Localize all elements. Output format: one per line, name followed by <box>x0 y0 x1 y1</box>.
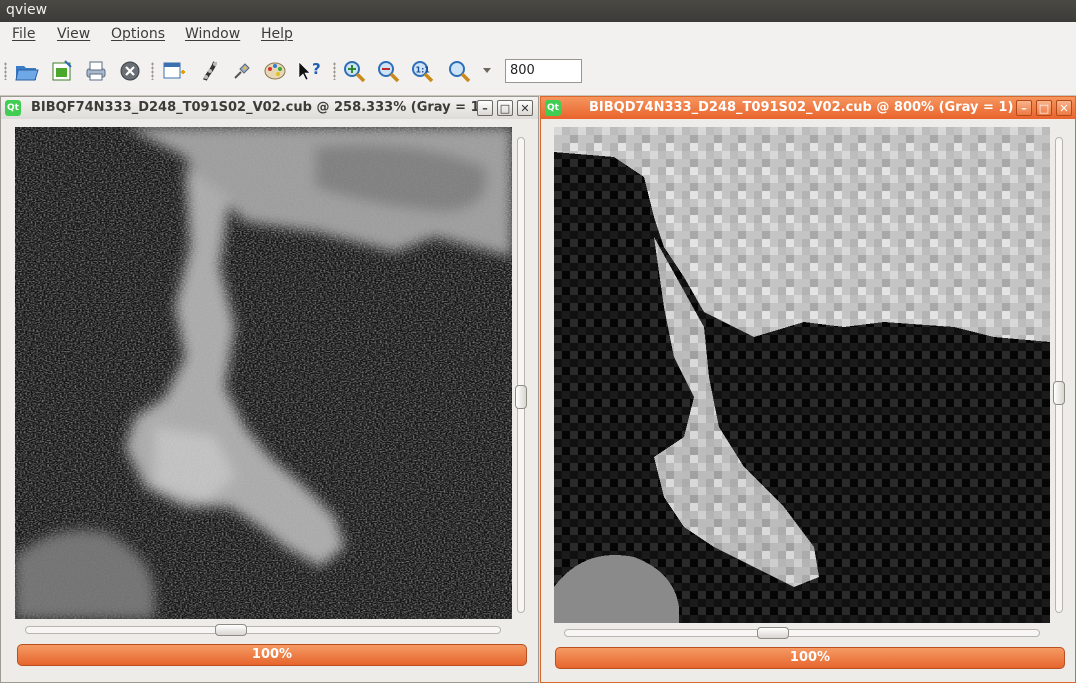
toolbar-grip[interactable] <box>151 62 154 80</box>
print-icon[interactable] <box>83 58 109 84</box>
menu-options[interactable]: Options <box>111 26 165 42</box>
palette-icon[interactable] <box>262 58 288 84</box>
zoom-actual-icon[interactable]: 1:1 <box>409 58 435 84</box>
vertical-scroll-thumb[interactable] <box>1053 381 1065 405</box>
link-icon[interactable] <box>161 58 187 84</box>
qt-logo-icon: Qt <box>5 100 21 116</box>
vertical-scrollbar[interactable] <box>1053 127 1065 623</box>
svg-text:1:1: 1:1 <box>416 66 431 75</box>
zoom-out-icon[interactable] <box>375 58 401 84</box>
open-icon[interactable] <box>14 58 40 84</box>
zoom-fit-icon[interactable] <box>446 58 472 84</box>
horizontal-scroll-thumb[interactable] <box>757 627 789 639</box>
pin-icon[interactable] <box>229 58 255 84</box>
subwindow-titlebar[interactable]: Qt BIBQF74N333_D248_T091S02_V02.cub @ 25… <box>1 97 538 119</box>
progress-bar: 100% <box>555 647 1065 669</box>
vertical-scroll-thumb[interactable] <box>515 385 527 409</box>
maximize-icon[interactable]: □ <box>1036 100 1052 116</box>
horizontal-scrollbar[interactable] <box>15 624 512 636</box>
subwindow-titlebar[interactable]: Qt BIBQD74N333_D248_T091S02_V02.cub @ 80… <box>541 97 1075 119</box>
minimize-icon[interactable]: – <box>477 100 493 116</box>
zoom-dropdown-arrow-icon[interactable] <box>483 68 491 73</box>
cube-viewport-left[interactable]: Qt BIBQF74N333_D248_T091S02_V02.cub @ 25… <box>0 96 539 683</box>
cube-image[interactable] <box>15 127 512 619</box>
app-titlebar: qview <box>0 0 1076 22</box>
track-icon[interactable] <box>197 58 223 84</box>
cube-viewport-right[interactable]: Qt BIBQD74N333_D248_T091S02_V02.cub @ 80… <box>540 96 1076 683</box>
close-window-icon[interactable]: ✕ <box>517 100 533 116</box>
subwindow-title: BIBQF74N333_D248_T091S02_V02.cub @ 258.3… <box>31 100 486 115</box>
toolbar-grip[interactable] <box>4 62 7 80</box>
save-icon[interactable] <box>49 58 75 84</box>
menu-view[interactable]: View <box>57 26 90 42</box>
maximize-icon[interactable]: □ <box>497 100 513 116</box>
app-title: qview <box>6 2 48 18</box>
close-icon[interactable] <box>117 58 143 84</box>
menu-help[interactable]: Help <box>261 26 293 42</box>
whats-this-icon[interactable]: ? <box>297 58 323 84</box>
svg-text:?: ? <box>312 60 321 78</box>
zoom-in-icon[interactable] <box>341 58 367 84</box>
zoom-input[interactable]: 800 <box>505 59 582 83</box>
toolbar-grip[interactable] <box>333 62 336 80</box>
vertical-scrollbar[interactable] <box>515 127 527 623</box>
menubar: File View Options Window Help <box>0 22 1076 46</box>
horizontal-scrollbar[interactable] <box>554 627 1050 639</box>
cube-image-render <box>554 127 1050 623</box>
close-window-icon[interactable]: ✕ <box>1056 100 1072 116</box>
minimize-icon[interactable]: – <box>1016 100 1032 116</box>
cube-image-render <box>15 127 512 619</box>
menu-window[interactable]: Window <box>185 26 240 42</box>
cube-image[interactable] <box>554 127 1050 623</box>
progress-bar: 100% <box>17 644 527 666</box>
subwindow-title: BIBQD74N333_D248_T091S02_V02.cub @ 800% … <box>589 100 1014 115</box>
qt-logo-icon: Qt <box>545 100 561 116</box>
horizontal-scroll-thumb[interactable] <box>215 624 247 636</box>
menu-file[interactable]: File <box>12 26 35 42</box>
